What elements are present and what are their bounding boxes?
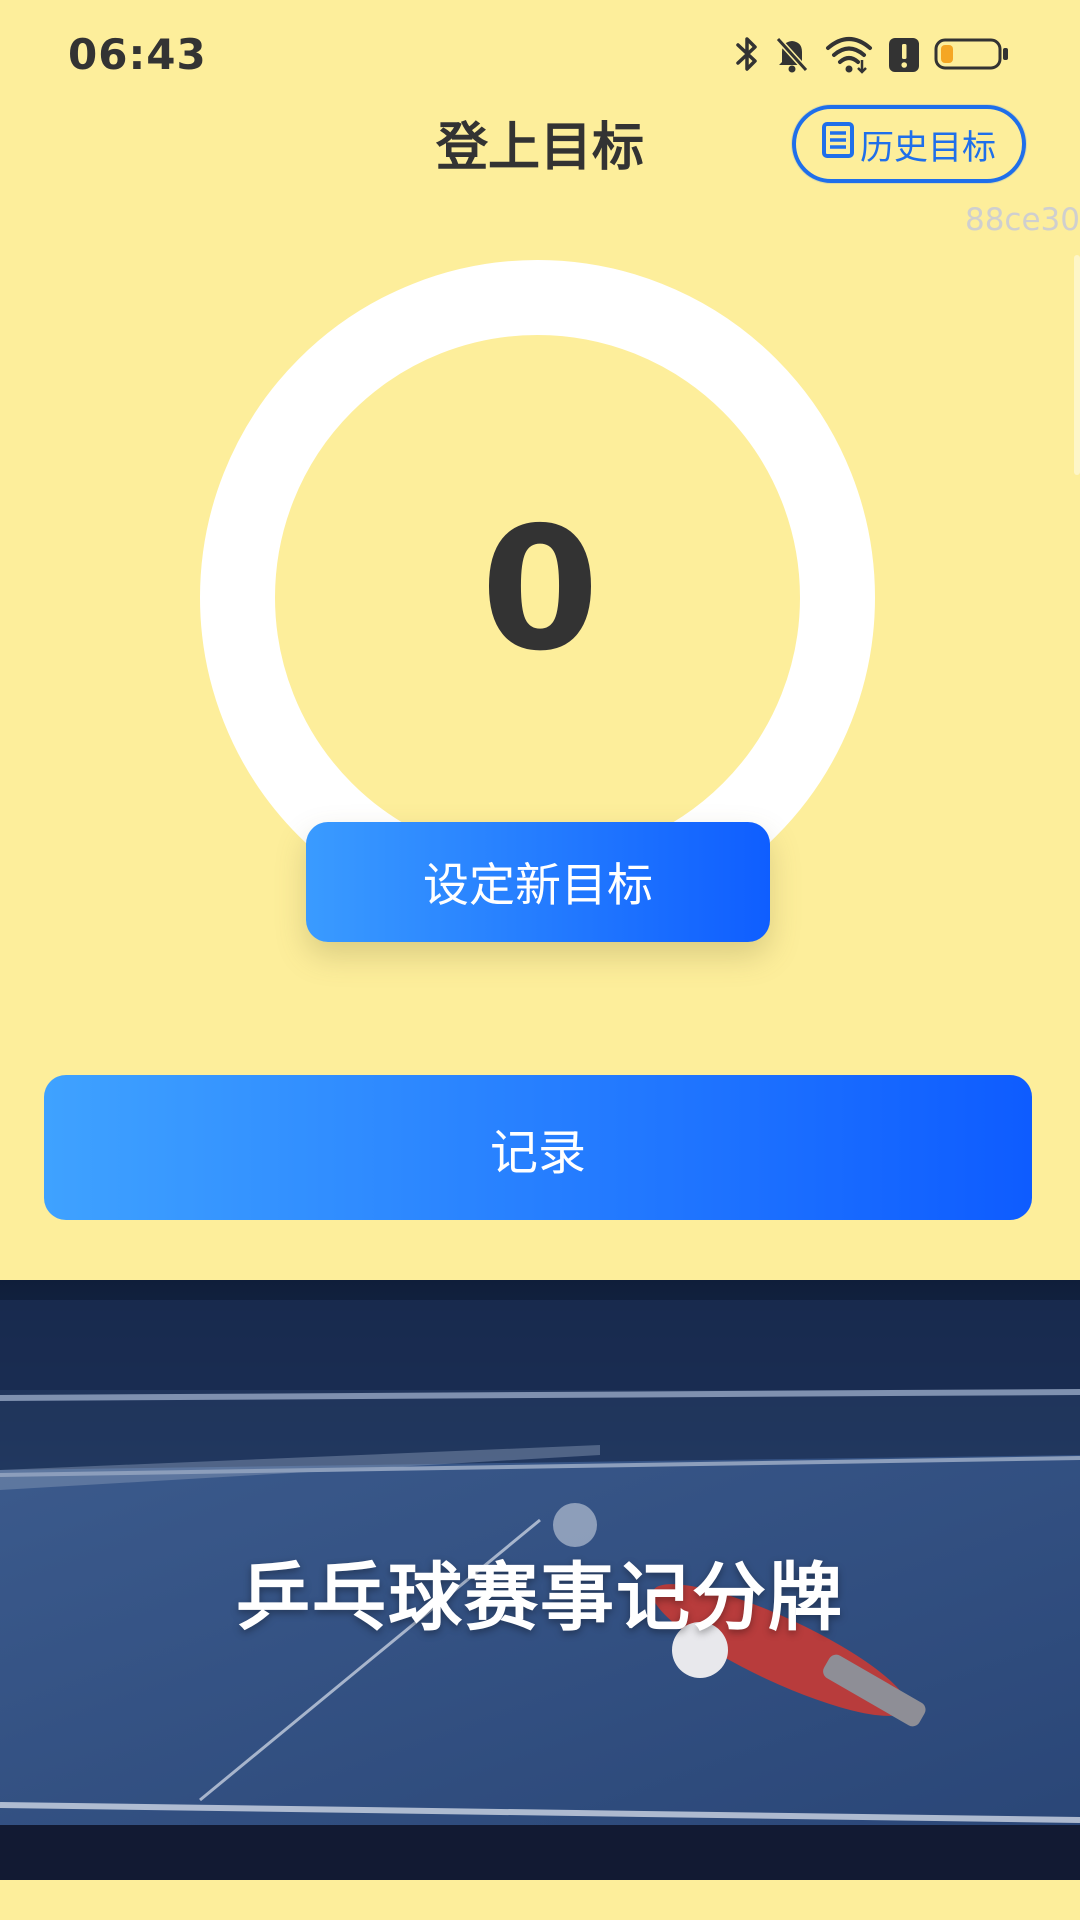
version-tag: 88ce30 [964,202,1080,238]
bluetooth-icon [734,34,760,74]
banner-image: 乒乓球赛事记分牌 [0,1280,1080,1880]
wifi-icon [824,34,874,74]
history-goals-label: 历史目标 [860,127,996,168]
banner-title: 乒乓球赛事记分牌 [236,1555,844,1641]
set-new-goal-button[interactable]: 设定新目标 [306,822,770,942]
list-document-icon [822,121,854,167]
record-button[interactable]: 记录 [44,1075,1032,1220]
battery-icon [934,34,1010,74]
alert-icon [888,34,920,74]
goal-current-value: 0 [480,491,600,689]
scrollbar[interactable] [1074,255,1080,475]
status-bar: 06:43 [0,0,1080,120]
status-time: 06:43 [68,30,207,79]
history-goals-button[interactable]: 历史目标 [792,105,1026,183]
status-icons [734,34,1010,74]
bell-off-icon [774,34,810,74]
